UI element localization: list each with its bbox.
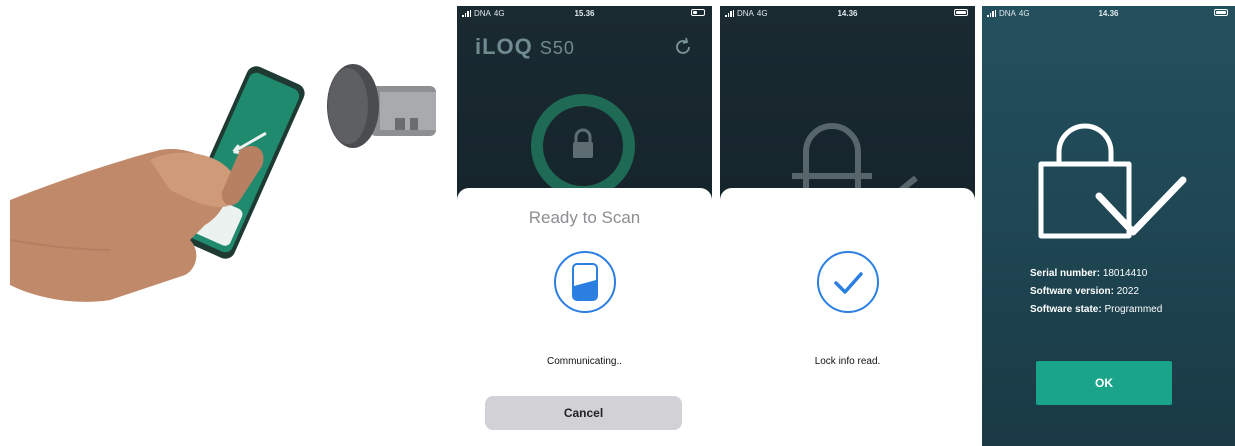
screen-lock-details: DNA 4G 14.36 Serial number: 18014410 Sof…	[982, 6, 1235, 446]
composite-image: DNA 4G 15.36 iLOQ S50 Ready to Scan Comm…	[0, 0, 1235, 446]
info-value: 2022	[1116, 286, 1139, 297]
sheet-message: Lock info read.	[814, 356, 881, 367]
status-sheet: Lock info read.	[720, 188, 975, 446]
lock-check-icon	[1038, 123, 1187, 239]
info-row-serial: Serial number: 18014410	[1030, 265, 1162, 283]
phone-icon	[553, 251, 616, 313]
refresh-icon[interactable]	[672, 36, 694, 58]
cancel-button[interactable]: Cancel	[485, 396, 682, 430]
brand-model-text: S50	[539, 38, 575, 58]
lock-info: Serial number: 18014410 Software version…	[1030, 265, 1162, 319]
screen-ready-to-scan: DNA 4G 15.36 iLOQ S50 Ready to Scan Comm…	[457, 6, 712, 446]
status-time: 15.36	[574, 9, 595, 18]
lock-status-icon	[531, 94, 635, 198]
info-label: Software version:	[1030, 286, 1114, 297]
lock-icon	[792, 123, 918, 196]
ok-button[interactable]: OK	[1036, 361, 1172, 405]
lock-cylinder-image	[327, 64, 436, 148]
battery-icon	[954, 9, 968, 16]
status-bar: DNA 4G 14.36	[720, 6, 975, 22]
status-time: 14.36	[1098, 9, 1119, 18]
info-row-software-version: Software version: 2022	[1030, 283, 1162, 301]
battery-icon	[691, 9, 705, 16]
hero-photo	[0, 0, 452, 446]
info-row-software-state: Software state: Programmed	[1030, 301, 1162, 319]
checkmark-icon	[816, 251, 879, 313]
status-time: 14.36	[837, 9, 858, 18]
status-bar: DNA 4G 15.36	[457, 6, 712, 22]
sheet-message: Communicating..	[546, 356, 623, 367]
info-label: Software state:	[1030, 304, 1102, 315]
brand-logo-text: iLOQ	[475, 34, 533, 59]
info-value: Programmed	[1104, 304, 1163, 315]
sheet-title: Ready to Scan	[528, 208, 641, 227]
hand-phone-lock-illustration	[9, 64, 436, 302]
app-logo: iLOQ S50	[475, 34, 575, 60]
scan-sheet: Ready to Scan Communicating.. Cancel	[457, 188, 712, 446]
info-value: 18014410	[1102, 268, 1148, 279]
status-bar: DNA 4G 14.36	[982, 6, 1235, 22]
battery-icon	[1214, 9, 1228, 16]
info-label: Serial number:	[1030, 268, 1101, 279]
screen-lock-info-read: DNA 4G 14.36 Lock info read.	[720, 6, 975, 446]
